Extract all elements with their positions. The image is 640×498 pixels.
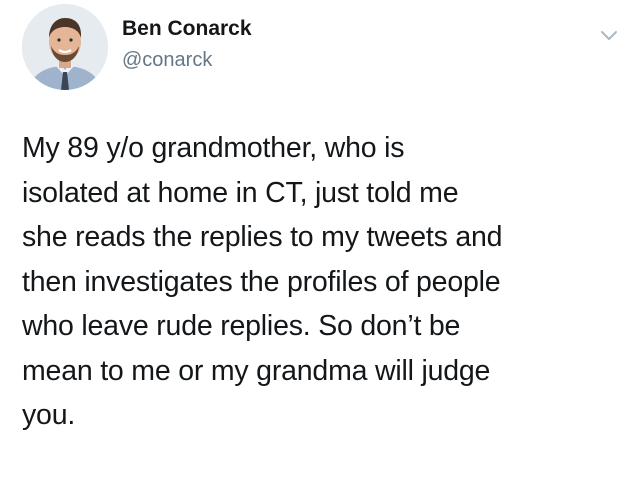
- profile-photo-icon: [22, 4, 108, 90]
- tweet-text: My 89 y/o grandmother, who is isolated a…: [22, 126, 632, 438]
- tweet-text-line: mean to me or my grandma will judge: [22, 354, 491, 387]
- chevron-down-icon: [601, 31, 617, 40]
- tweet-text-line: who leave rude replies. So don’t be: [22, 310, 461, 342]
- avatar[interactable]: [22, 4, 108, 90]
- tweet-text-line: you.: [22, 399, 76, 431]
- tweet-text-line: My 89 y/o grandmother, who is: [22, 132, 405, 164]
- tweet-menu-button[interactable]: [598, 24, 620, 46]
- tweet-text-line: isolated at home in CT, just told me: [22, 176, 459, 209]
- author-display-name[interactable]: Ben Conarck: [122, 17, 252, 41]
- tweet-card: Ben Conarck @conarck My 89 y/o grandmoth…: [0, 0, 640, 498]
- tweet-text-line: she reads the replies to my tweets and: [22, 221, 503, 253]
- tweet-text-line: then investigates the profiles of people: [22, 265, 501, 298]
- author-handle[interactable]: @conarck: [122, 49, 212, 72]
